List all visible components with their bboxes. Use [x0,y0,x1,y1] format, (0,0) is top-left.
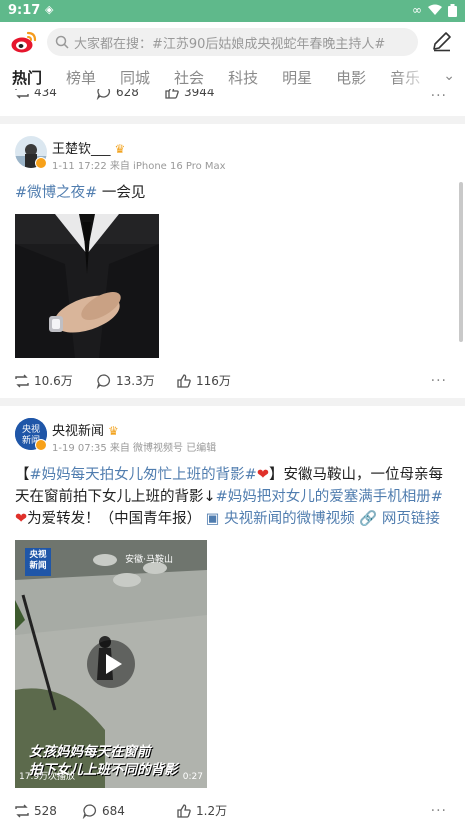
prev-post-actions: 434 628 3944 [14,89,454,103]
repost-count: 528 [34,803,57,818]
tab-fade [395,62,435,92]
like-icon [177,803,191,818]
post-actions: 10.6万 13.3万 116万 [14,372,231,389]
tab-hot[interactable]: 热门 [0,67,54,88]
bracket-close: 】 [268,467,284,483]
repost-count: 10.6万 [34,374,73,388]
repost-icon [15,374,29,387]
web-link-text: 网页链接 [381,511,440,527]
feed-divider [0,398,465,406]
topic-tag[interactable]: #妈妈每天拍女儿匆忙上班的背影# [30,467,257,483]
prev-repost-button[interactable]: 434 [14,89,96,100]
top-bar: 大家都在搜：#江苏90后姑娘成央视蛇年春晚主持人# [0,22,465,62]
channel-logo: 央视 新闻 [29,550,47,571]
comment-icon [96,373,110,389]
link-icon: ∞ [412,3,422,17]
compose-icon[interactable] [431,30,453,52]
post-more-button[interactable]: ··· [431,373,447,389]
repost-button[interactable]: 10.6万 [14,372,96,389]
comment-count: 13.3万 [116,374,155,388]
video-location: 安徽·马鞍山 [125,555,173,565]
feed-post: 王楚钦___ ♛ 1-11 17:22 来自 iPhone 16 Pro Max … [0,124,465,398]
weibo-logo-icon[interactable] [10,30,38,54]
feed-post: 央视 新闻 央视新闻 ♛ 1-19 07:35 来自 微博视频号 已编辑 【#妈妈每… [0,406,465,828]
crown-icon: ♛ [114,142,126,156]
prev-post-more-button[interactable]: ··· [431,88,447,104]
like-icon [177,373,191,388]
shield-icon: ◈ [45,3,54,16]
battery-icon [448,3,457,17]
author-name[interactable]: 央视新闻 ♛ [52,420,119,439]
tab-ranking[interactable]: 榜单 [54,67,108,88]
web-link[interactable]: 🔗 网页链接 [359,511,440,527]
repost-icon [15,804,29,817]
status-time: 9:17 [8,3,41,18]
post-text: 【#妈妈每天拍女儿匆忙上班的背影#❤】安徽马鞍山，一位母亲每天在窗前拍下女儿上班… [15,464,455,530]
chevron-down-icon[interactable]: ⌄ [443,68,455,84]
video-views: 17.9万次播放 [19,772,76,782]
author-name-text: 王楚钦___ [52,142,111,157]
like-button[interactable]: 1.2万 [176,802,227,819]
author-name[interactable]: 王楚钦___ ♛ [52,138,125,157]
wifi-icon [428,4,442,15]
like-count: 3944 [184,89,215,99]
search-bar[interactable]: 大家都在搜：#江苏90后姑娘成央视蛇年春晚主持人# [47,28,418,56]
play-icon [106,654,122,674]
tab-local[interactable]: 同城 [108,67,162,88]
post-image[interactable] [15,214,159,358]
video-link[interactable]: ▣ 央视新闻的微博视频 [206,511,355,527]
channel-tabs: 热门 榜单 同城 社会 科技 明星 电影 音乐 ⌄ [0,62,465,92]
comment-icon [96,89,110,100]
search-icon [55,35,69,49]
prev-like-button[interactable]: 3944 [164,89,215,100]
post-text-body: 为爱转发！（中国青年报） [27,511,202,527]
verified-badge-icon [35,157,47,169]
play-button[interactable] [87,640,135,688]
comment-button[interactable]: 684 [82,803,176,819]
post-text: #微博之夜# 一会见 [15,182,145,204]
heart-icon: ❤ [256,467,269,483]
bracket-open: 【 [15,467,30,483]
feed-divider [0,116,465,124]
comment-icon [82,803,96,819]
crown-icon: ♛ [108,424,119,438]
video-camera-icon: ▣ [205,511,220,527]
video-caption-line1: 女孩妈妈每天在窗前 [29,744,151,760]
post-meta: 1-19 07:35 来自 微博视频号 已编辑 [52,443,217,454]
topic-tag[interactable]: #微博之夜# [15,185,97,201]
tab-society[interactable]: 社会 [162,67,216,88]
post-meta: 1-11 17:22 来自 iPhone 16 Pro Max [52,161,226,172]
repost-icon [15,89,29,99]
tab-tech[interactable]: 科技 [216,67,270,88]
heart-icon: ❤ [15,511,28,527]
search-placeholder: 大家都在搜：#江苏90后姑娘成央视蛇年春晚主持人# [74,36,386,52]
repost-count: 434 [34,89,57,99]
verified-badge-icon [35,439,47,451]
like-count: 1.2万 [196,804,228,818]
topic-tag[interactable]: #妈妈把对女儿的爱塞满手机相册# [216,489,443,505]
video-duration: 0:27 [182,772,203,782]
post-text-body: 一会见 [97,185,146,201]
prev-comment-button[interactable]: 628 [96,89,164,100]
scrollbar[interactable] [459,182,463,342]
comment-count: 628 [116,89,139,99]
repost-button[interactable]: 528 [14,803,82,819]
like-count: 116万 [196,374,231,388]
tab-stars[interactable]: 明星 [270,67,324,88]
author-name-text: 央视新闻 [52,424,105,439]
like-icon [165,89,179,99]
svg-text:央视: 央视 [22,423,40,435]
comment-count: 684 [102,803,125,818]
post-video[interactable]: 央视 新闻 安徽·马鞍山 女孩妈妈每天在窗前 拍下女儿上班不同的背影 17.9万次… [15,540,207,788]
status-bar: 9:17 ◈ ∞ [0,0,465,22]
video-link-text: 央视新闻的微博视频 [224,511,355,527]
post-more-button[interactable]: ··· [431,803,447,819]
comment-button[interactable]: 13.3万 [96,372,176,389]
like-button[interactable]: 116万 [176,372,231,389]
link-chain-icon: 🔗 [359,511,378,527]
tab-movie[interactable]: 电影 [324,67,378,88]
post-actions: 528 684 1.2万 [14,802,227,819]
